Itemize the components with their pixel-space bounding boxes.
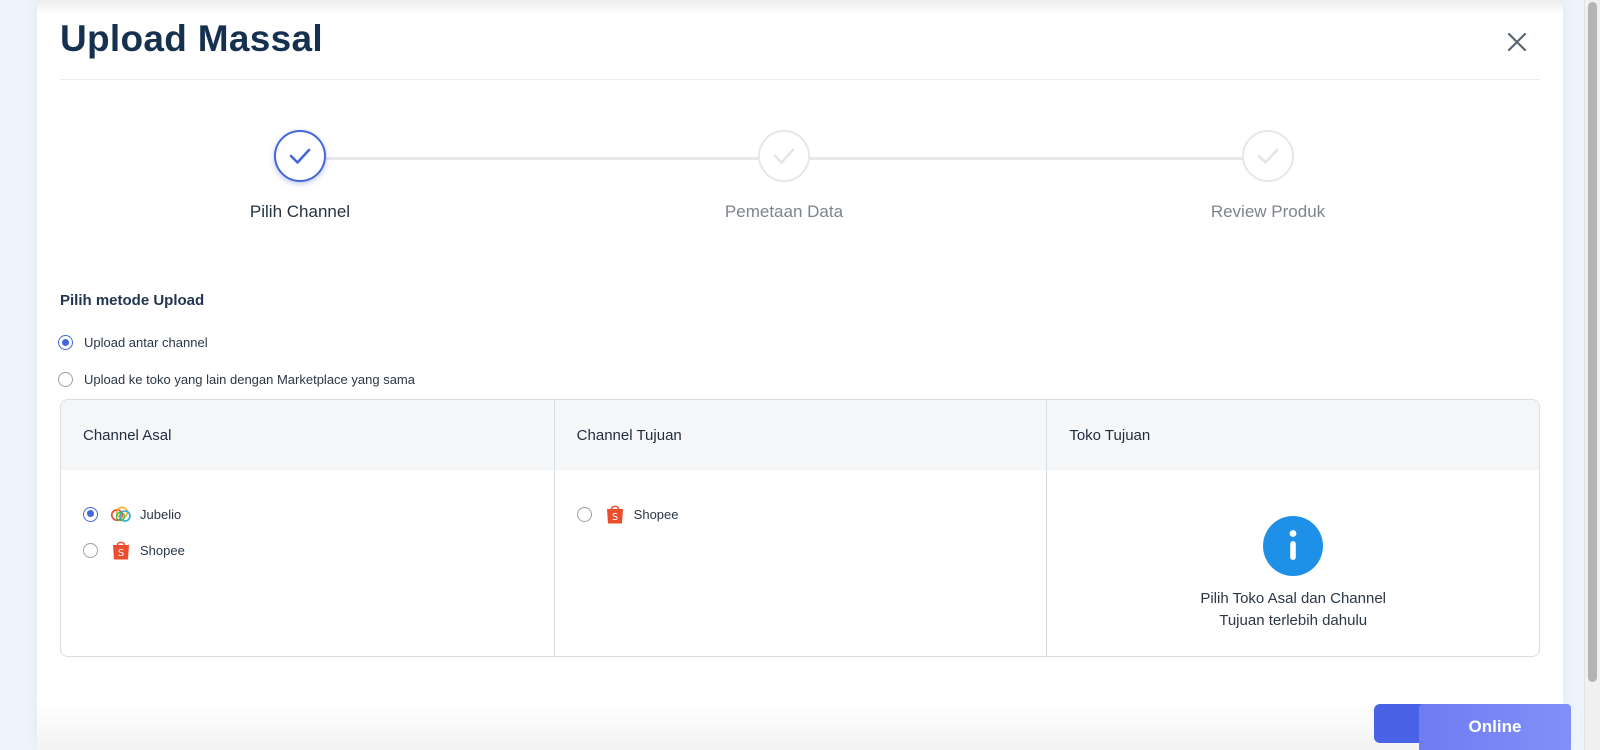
jubelio-logo-icon (110, 503, 132, 525)
step-pemetaan-data: Pemetaan Data (664, 130, 904, 222)
info-message-line: Tujuan terlebih dahulu (1219, 612, 1368, 629)
step-circle-active (274, 130, 326, 182)
channel-name: Shopee (140, 542, 185, 558)
header-divider (60, 79, 1540, 80)
step-pilih-channel: Pilih Channel (180, 130, 420, 222)
scrollbar-thumb[interactable] (1588, 2, 1597, 682)
column-header: Channel Tujuan (554, 400, 1047, 470)
radio-button[interactable] (83, 506, 98, 522)
radio-button[interactable] (58, 335, 73, 350)
scrollbar[interactable] (1584, 0, 1600, 750)
step-review-produk: Review Produk (1148, 130, 1388, 222)
radio-button[interactable] (58, 372, 73, 387)
upload-method-title: Pilih metode Upload (60, 292, 205, 309)
channel-name: Jubelio (140, 506, 182, 522)
radio-upload-antar-channel[interactable]: Upload antar channel (58, 335, 208, 350)
check-icon (1257, 148, 1279, 164)
toko-tujuan-empty-state: Pilih Toko Asal dan Channel Tujuan terle… (1047, 516, 1539, 632)
stepper: Pilih Channel Pemetaan Data Review Produ… (37, 130, 1563, 240)
step-circle-inactive (758, 130, 810, 182)
column-toko-tujuan: Toko Tujuan Pilih Toko Asal dan Channel … (1046, 400, 1539, 656)
channel-selection-table: Channel Asal Jubelio S Shopee Channel Tu… (60, 399, 1540, 657)
step-circle-inactive (1242, 130, 1294, 182)
radio-button[interactable] (576, 506, 592, 522)
step-label: Review Produk (1210, 202, 1326, 221)
upload-massal-modal: Upload Massal Pilih Channel Pemetaan Dat… (37, 0, 1563, 750)
svg-text:S: S (118, 548, 124, 559)
info-icon (1263, 516, 1324, 576)
radio-label: Upload antar channel (84, 335, 208, 350)
check-icon (773, 148, 795, 164)
close-button[interactable] (1503, 28, 1531, 56)
option-shopee-tujuan[interactable]: S Shopee (576, 503, 679, 525)
modal-top-shade (37, 0, 1563, 14)
step-label: Pemetaan Data (724, 202, 844, 221)
shopee-bag-icon: S (604, 503, 626, 525)
online-chat-badge[interactable]: Online (1419, 704, 1571, 750)
step-label: Pilih Channel (249, 202, 351, 221)
close-icon (1507, 32, 1527, 52)
bottom-fade (37, 700, 1563, 750)
shopee-bag-icon: S (110, 539, 132, 561)
option-shopee-asal[interactable]: S Shopee (83, 539, 185, 561)
radio-upload-toko-lain[interactable]: Upload ke toko yang lain dengan Marketpl… (58, 372, 415, 387)
info-message-line: Pilih Toko Asal dan Channel (1200, 590, 1387, 607)
check-icon (289, 148, 311, 164)
column-channel-asal: Channel Asal Jubelio S Shopee (61, 400, 554, 656)
option-jubelio[interactable]: Jubelio (83, 503, 181, 525)
svg-text:S: S (611, 512, 617, 523)
channel-name: Shopee (633, 506, 679, 522)
column-header: Toko Tujuan (1047, 400, 1539, 470)
info-message: Pilih Toko Asal dan Channel Tujuan terle… (1047, 588, 1539, 632)
column-header: Channel Asal (61, 400, 554, 470)
column-channel-tujuan: Channel Tujuan S Shopee (553, 400, 1047, 656)
radio-label: Upload ke toko yang lain dengan Marketpl… (84, 372, 415, 387)
radio-button[interactable] (83, 542, 98, 558)
modal-title: Upload Massal (60, 18, 323, 59)
